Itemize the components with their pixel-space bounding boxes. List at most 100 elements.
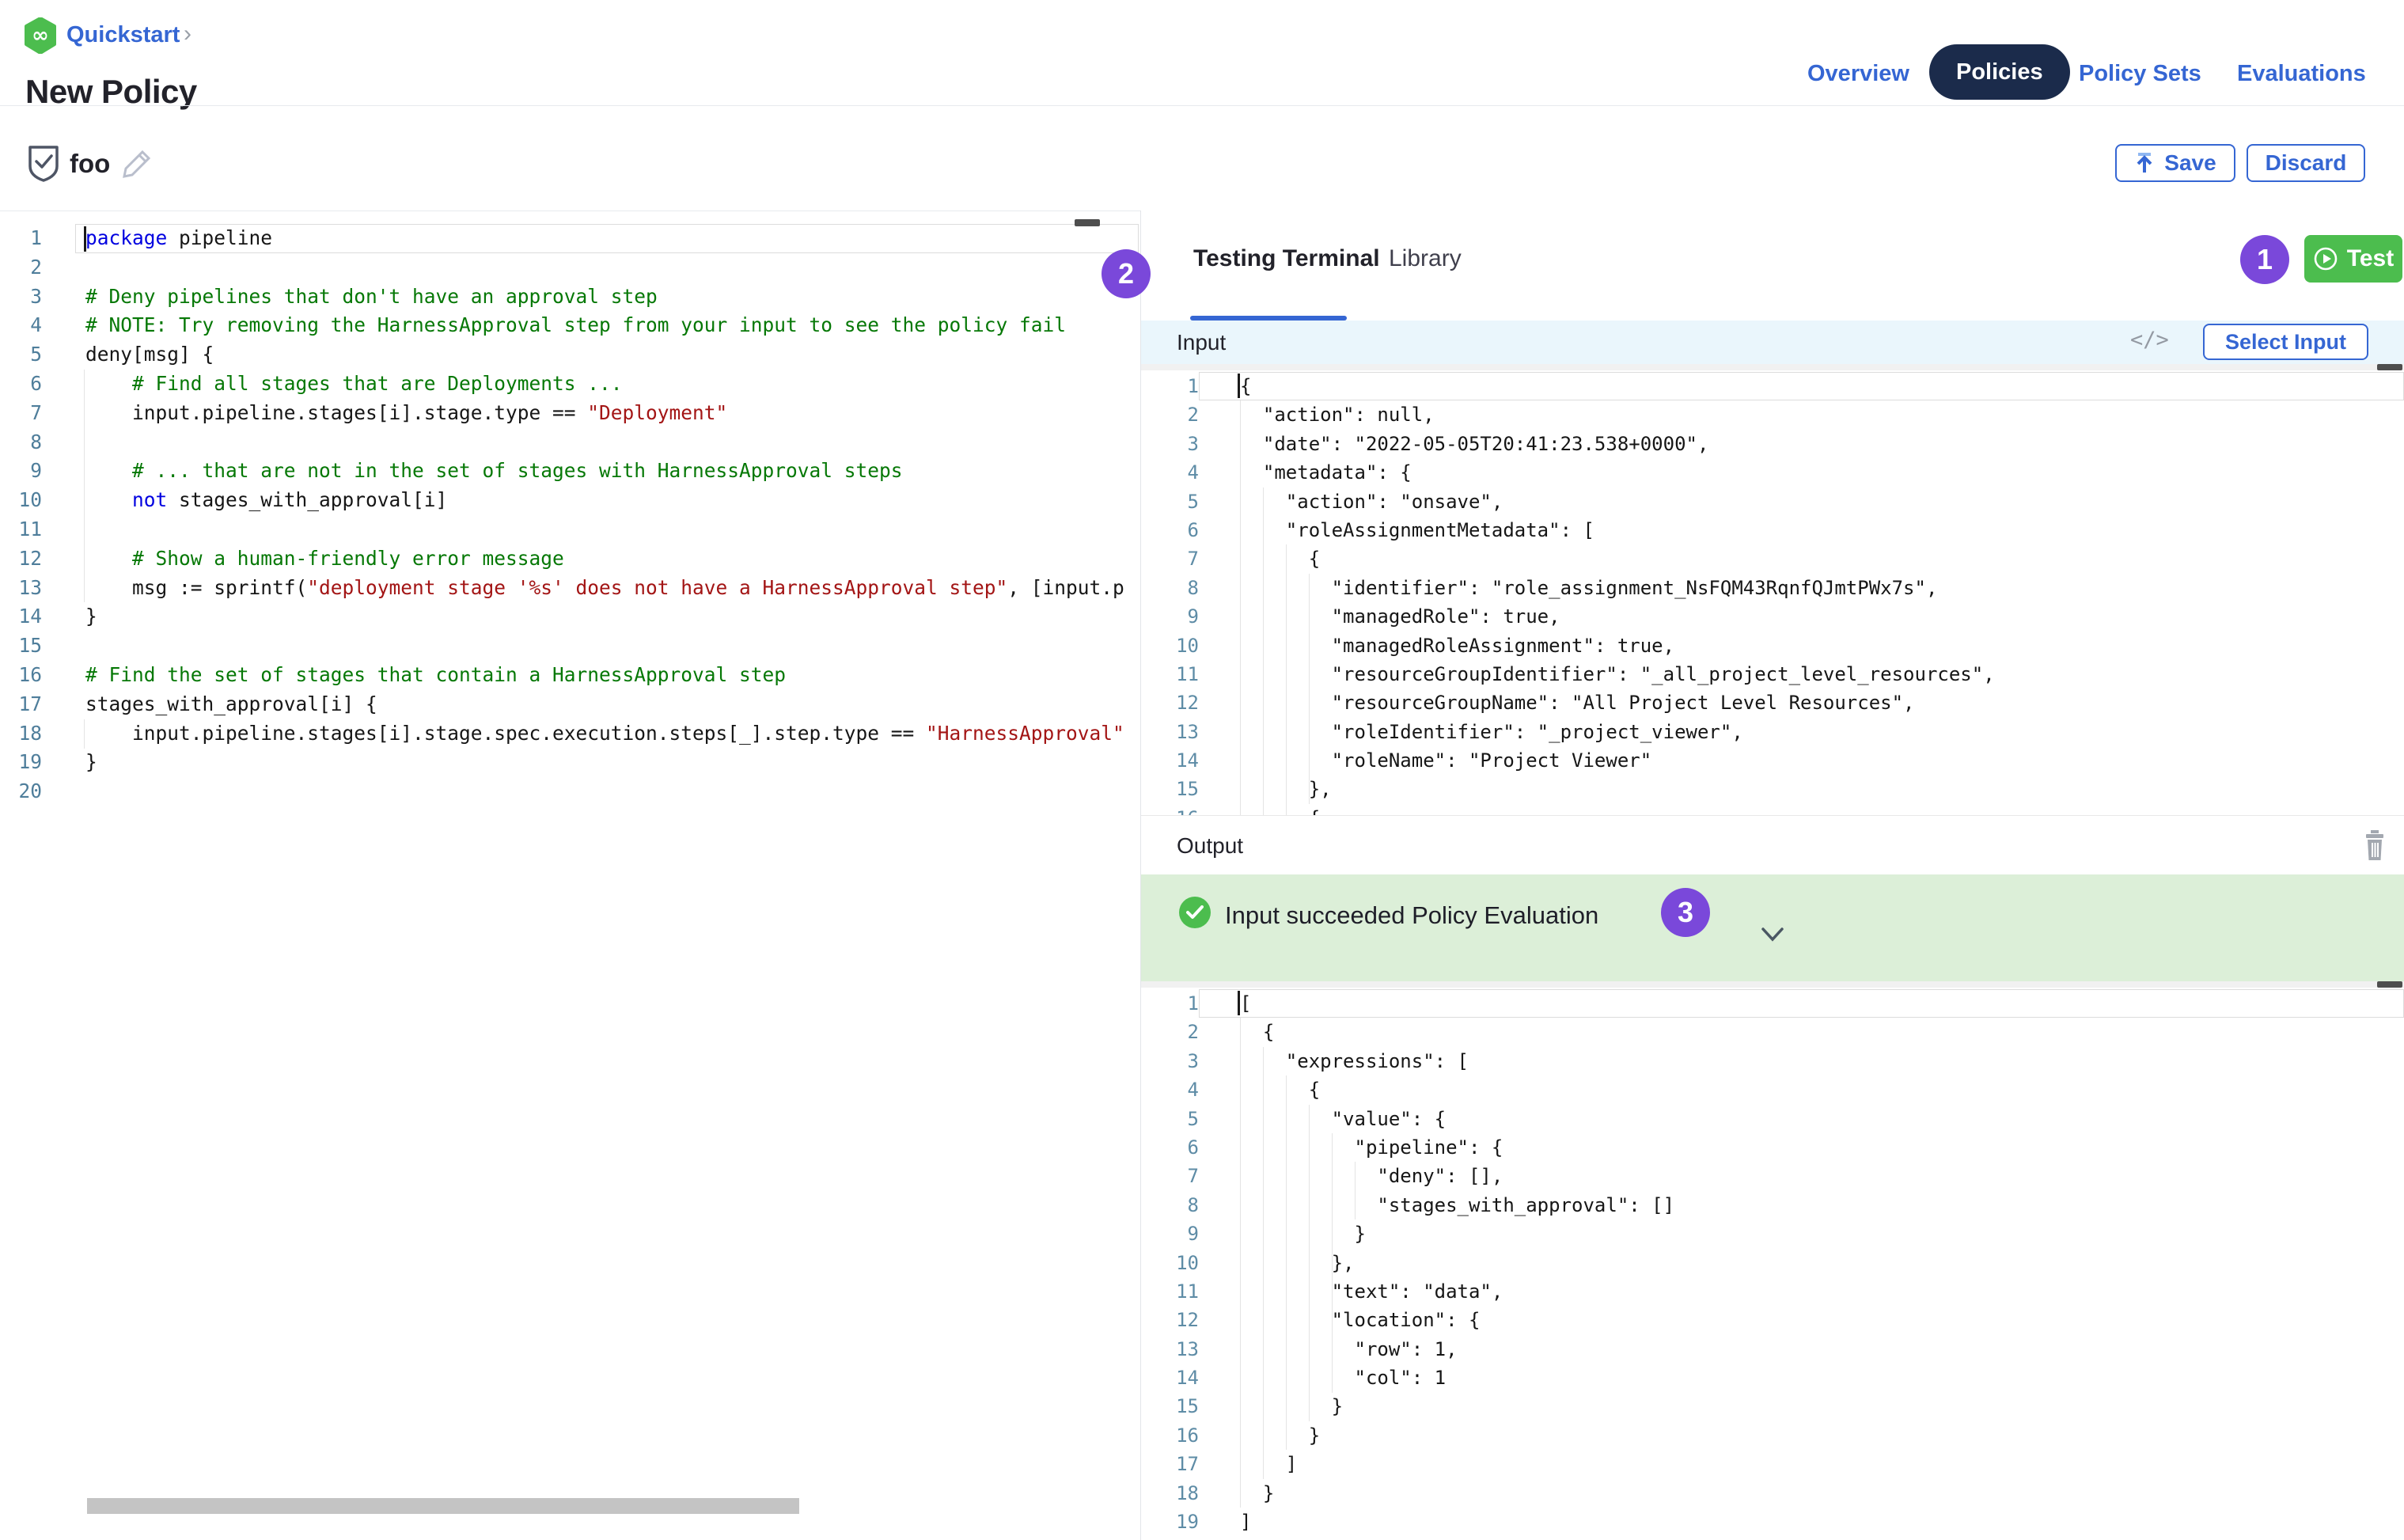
text-cursor [1238,991,1240,1015]
line-number: 14 [0,602,42,632]
code-line: 2 { [1141,1018,2404,1046]
horizontal-scrollbar-thumb[interactable] [87,1498,799,1514]
line-number: 4 [1141,1075,1199,1104]
line-number: 6 [0,370,42,399]
chevron-down-icon[interactable] [1760,925,1785,944]
code-line: 16# Find the set of stages that contain … [0,661,1140,690]
trash-icon[interactable] [2363,829,2387,861]
input-scrollbar-thumb[interactable] [2377,364,2402,370]
code-line: 9 } [1141,1219,2404,1248]
breadcrumb-chevron-icon: › [184,21,191,47]
input-json-editor[interactable]: 1{2 "action": null,3 "date": "2022-05-05… [1141,370,2404,815]
code-line: 11 "text": "data", [1141,1277,2404,1306]
breadcrumb-project-link[interactable]: Quickstart [66,22,180,48]
line-content: # Deny pipelines that don't have an appr… [42,283,1140,312]
page: ∞ Quickstart › New Policy Overview Polic… [0,0,2404,1540]
code-line: 15 [0,632,1140,661]
tab-library[interactable]: Library [1389,245,1462,272]
edit-name-icon[interactable] [120,147,154,180]
upload-icon [2134,152,2155,174]
tab-testing-terminal[interactable]: Testing Terminal [1193,245,1380,272]
code-line: 4# NOTE: Try removing the HarnessApprova… [0,311,1140,340]
nav-tab-policy-sets[interactable]: Policy Sets [2079,61,2201,87]
code-line: 5 "value": { [1141,1105,2404,1133]
indent-guide [1263,1047,1264,1479]
indent-guide [1355,1162,1356,1219]
line-number: 3 [0,283,42,312]
input-scrollbar-track [1141,364,2404,370]
evaluation-success-banner: Input succeeded Policy Evaluation 3 [1141,874,2404,981]
indent-guide [1263,487,1264,815]
code-line: 11 "resourceGroupIdentifier": "_all_proj… [1141,660,2404,688]
code-line: 20 [0,777,1140,806]
line-number: 11 [1141,1277,1199,1306]
code-line: 16 { [1141,804,2404,815]
code-line: 1package pipeline [0,224,1140,253]
testing-terminal-panel: Testing Terminal Library Test 1 Input </… [1141,211,2404,1540]
line-content: } [1199,1479,2404,1508]
nav-tab-overview[interactable]: Overview [1807,61,1909,87]
line-number: 10 [1141,632,1199,660]
code-line: 14 "col": 1 [1141,1364,2404,1392]
select-input-button[interactable]: Select Input [2203,324,2368,360]
line-content [42,428,1140,457]
text-cursor [1238,374,1240,398]
line-number: 2 [1141,1018,1199,1046]
code-line: 12 "location": { [1141,1306,2404,1334]
line-number: 19 [0,748,42,777]
indent-guide [1309,1105,1310,1421]
line-number: 9 [0,457,42,486]
line-content: "location": { [1199,1306,2404,1334]
line-number: 13 [1141,718,1199,746]
line-number: 9 [1141,1219,1199,1248]
success-check-icon [1179,897,1211,928]
line-number: 1 [1141,989,1199,1018]
line-content: "value": { [1199,1105,2404,1133]
test-button[interactable]: Test [2304,235,2402,283]
save-button[interactable]: Save [2115,144,2235,182]
editor-scrollbar-thumb[interactable] [1075,219,1100,226]
line-content: } [42,602,1140,632]
indent-guide [1332,1133,1333,1393]
nav-tab-policies[interactable]: Policies [1929,44,2070,100]
line-number: 1 [1141,372,1199,400]
line-number: 3 [1141,430,1199,458]
callout-2: 2 [1102,249,1151,298]
svg-text:∞: ∞ [32,24,49,47]
line-content: # Find the set of stages that contain a … [42,661,1140,690]
callout-3: 3 [1661,888,1710,937]
code-line: 10 not stages_with_approval[i] [0,486,1140,515]
code-line: 18 } [1141,1479,2404,1508]
line-content: } [42,748,1140,777]
line-content: stages_with_approval[i] { [42,690,1140,719]
code-line: 7 { [1141,544,2404,573]
discard-button[interactable]: Discard [2247,144,2365,182]
line-number: 16 [1141,804,1199,815]
line-content: }, [1199,775,2404,803]
output-scrollbar-thumb[interactable] [2377,981,2402,988]
output-scrollbar-track [1141,981,2404,988]
output-json-editor[interactable]: 1[2 {3 "expressions": [4 {5 "value": {6 … [1141,988,2404,1540]
policy-code-editor[interactable]: 1package pipeline23# Deny pipelines that… [0,211,1140,1540]
line-content: "row": 1, [1199,1335,2404,1364]
line-content: "date": "2022-05-05T20:41:23.538+0000", [1199,430,2404,458]
code-line: 12 # Show a human-friendly error message [0,544,1140,574]
line-number: 12 [1141,688,1199,717]
indent-guide [1286,544,1287,815]
code-view-icon[interactable]: </> [2130,328,2169,352]
line-content: "roleAssignmentMetadata": [ [1199,516,2404,544]
nav-tab-evaluations[interactable]: Evaluations [2237,61,2366,87]
line-content: { [1199,804,2404,815]
line-number: 7 [1141,1162,1199,1190]
line-content: "managedRoleAssignment": true, [1199,632,2404,660]
line-content: "identifier": "role_assignment_NsFQM43Rq… [1199,574,2404,602]
code-line: 18 input.pipeline.stages[i].stage.spec.e… [0,719,1140,749]
line-content: "resourceGroupIdentifier": "_all_project… [1199,660,2404,688]
line-number: 15 [0,632,42,661]
input-section-title: Input [1177,330,1226,355]
code-line: 5 "action": "onsave", [1141,487,2404,516]
line-content: [ [1199,989,2404,1018]
line-number: 10 [0,486,42,515]
line-content: not stages_with_approval[i] [42,486,1140,515]
line-content: # Show a human-friendly error message [42,544,1140,574]
